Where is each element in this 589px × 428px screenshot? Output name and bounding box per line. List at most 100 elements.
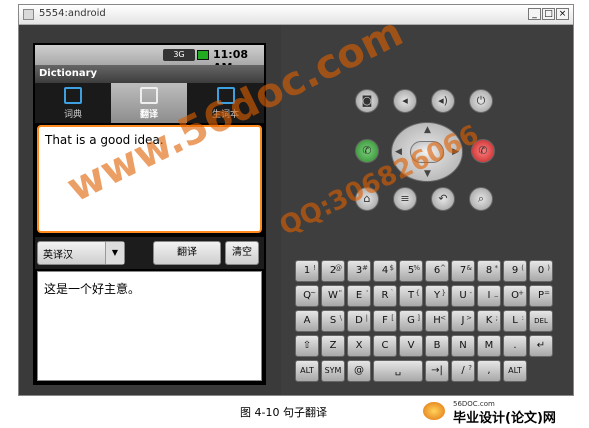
key-alt-label: \ (339, 314, 342, 322)
maximize-button[interactable]: □ (542, 8, 555, 20)
signal-icon: 3G (163, 49, 195, 61)
translate-icon (140, 87, 158, 104)
key-label: E (355, 290, 363, 301)
search-button[interactable]: ⌕ (469, 187, 493, 211)
key-label: ALT (508, 366, 522, 375)
window-titlebar: 5554:android _ □ × (19, 5, 573, 25)
key-label: X (355, 340, 363, 351)
clear-button[interactable]: 清空 (225, 241, 259, 265)
key-label: SYM (324, 366, 342, 375)
key-u[interactable]: U- (451, 285, 475, 307)
key-/[interactable]: /? (451, 360, 475, 382)
key-label: T (407, 290, 415, 301)
key-label: 0 (537, 265, 545, 276)
key-v[interactable]: V (399, 335, 423, 357)
key-⇧[interactable]: ⇧ (295, 335, 319, 357)
key-alt-label: ' (366, 289, 368, 297)
key-3[interactable]: 3 # (347, 260, 371, 282)
key-l[interactable]: L: (503, 310, 527, 332)
key-alt-label: { (415, 289, 420, 297)
back-button[interactable]: ↶ (431, 187, 455, 211)
key-j[interactable]: J > (451, 310, 475, 332)
key-1[interactable]: 1! (295, 260, 319, 282)
key-k[interactable]: K; (477, 310, 501, 332)
menu-button[interactable]: ≡ (393, 187, 417, 211)
close-button[interactable]: × (556, 8, 569, 20)
key-o[interactable]: O + (503, 285, 527, 307)
key-q[interactable]: Q ~ (295, 285, 319, 307)
key-@[interactable]: @ (347, 360, 371, 382)
key-,[interactable]: , (477, 360, 501, 382)
key-t[interactable]: T{ (399, 285, 423, 307)
key-alt-label: - (469, 289, 472, 297)
key-→|[interactable]: →| (425, 360, 449, 382)
key-sym[interactable]: SYM (321, 360, 345, 382)
key-label: Z (329, 340, 337, 351)
key-2[interactable]: 2 @ (321, 260, 345, 282)
key-f[interactable]: F[ (373, 310, 397, 332)
key-h[interactable]: H < (425, 310, 449, 332)
language-select[interactable]: 英译汉 ▼ (37, 241, 125, 265)
key-del[interactable]: DEL (529, 310, 553, 332)
key-↵[interactable]: ↵ (529, 335, 553, 357)
key-w[interactable]: W " (321, 285, 345, 307)
hardware-keyboard: 1! 2 @3 #4 $5% 6 ^ 7 & 8 * 9(0) Q ~ W " E ' R ` T{Y} U - I _ O + P =… (295, 260, 560, 388)
key-.[interactable]: . (503, 335, 527, 357)
key-b[interactable]: B (425, 335, 449, 357)
key-z[interactable]: Z (321, 335, 345, 357)
key-label: 1 (303, 265, 311, 276)
key-i[interactable]: I _ (477, 285, 501, 307)
key-9[interactable]: 9( (503, 260, 527, 282)
key-e[interactable]: E ' (347, 285, 371, 307)
key-label: D (355, 315, 363, 326)
app-title: Dictionary (39, 68, 98, 79)
window-title: 5554:android (39, 8, 106, 19)
key-label: 7 (459, 265, 467, 276)
key-5[interactable]: 5% (399, 260, 423, 282)
key-r[interactable]: R ` (373, 285, 397, 307)
key-alt-label: ~ (310, 289, 316, 297)
key-label: R (381, 290, 389, 301)
minimize-button[interactable]: _ (528, 8, 541, 20)
volume-down-button[interactable]: ◂ (393, 89, 417, 113)
key-p[interactable]: P = (529, 285, 553, 307)
key-4[interactable]: 4 $ (373, 260, 397, 282)
key-alt-label: ^ (440, 264, 446, 272)
key-6[interactable]: 6 ^ (425, 260, 449, 282)
key-alt-label: % (413, 264, 420, 272)
key-0[interactable]: 0) (529, 260, 553, 282)
key-alt-label: ( (521, 264, 524, 272)
camera-button[interactable]: ◙ (355, 89, 379, 113)
call-button[interactable]: ✆ (355, 139, 379, 163)
key-alt[interactable]: ALT (503, 360, 527, 382)
key-g[interactable]: G] (399, 310, 423, 332)
key-label: 8 (485, 265, 493, 276)
key-y[interactable]: Y} (425, 285, 449, 307)
translate-button[interactable]: 翻译 (153, 241, 221, 265)
key-m[interactable]: M (477, 335, 501, 357)
key-c[interactable]: C (373, 335, 397, 357)
key-a[interactable]: A (295, 310, 319, 332)
key-space[interactable]: ␣ (373, 360, 423, 382)
key-8[interactable]: 8 * (477, 260, 501, 282)
key-alt[interactable]: ALT (295, 360, 319, 382)
key-alt-label: ; (495, 314, 498, 322)
key-label: ALT (300, 366, 314, 375)
key-d[interactable]: D | (347, 310, 371, 332)
power-button[interactable]: ⏻ (469, 89, 493, 113)
key-label: ⇧ (302, 340, 312, 351)
battery-icon (197, 50, 209, 60)
tab-dictionary[interactable]: 词典 (35, 83, 111, 123)
key-7[interactable]: 7 & (451, 260, 475, 282)
key-label: B (433, 340, 441, 351)
key-alt-label: @ (335, 264, 342, 272)
key-alt-label: ! (313, 264, 316, 272)
key-x[interactable]: X (347, 335, 371, 357)
app-title-bar: Dictionary (35, 65, 264, 83)
key-alt-label: } (441, 289, 446, 297)
key-alt-label: & (466, 264, 472, 272)
key-s[interactable]: S \ (321, 310, 345, 332)
key-n[interactable]: N (451, 335, 475, 357)
key-alt-label: ) (547, 264, 550, 272)
volume-up-button[interactable]: ◂) (431, 89, 455, 113)
